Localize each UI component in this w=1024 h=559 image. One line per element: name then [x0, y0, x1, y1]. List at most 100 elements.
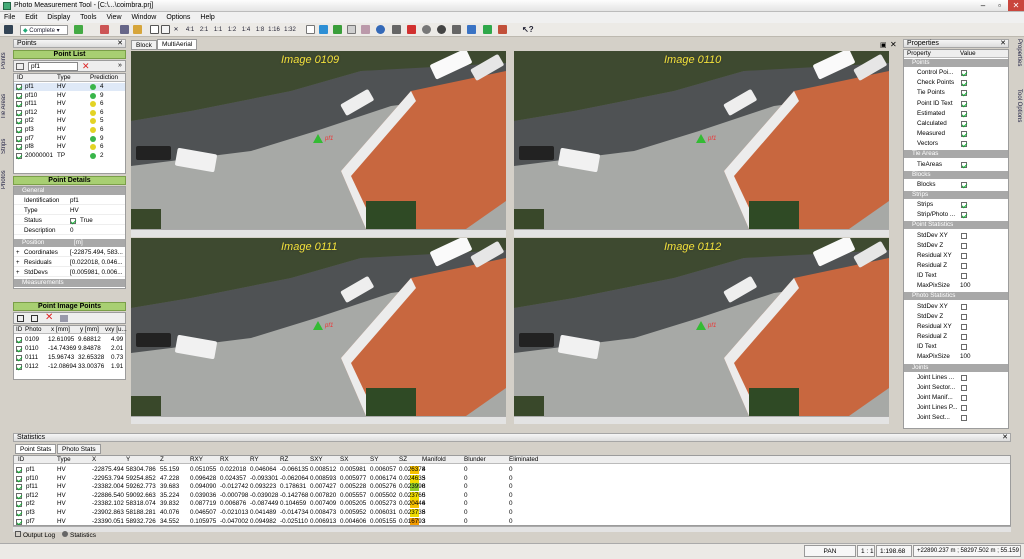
- property-section[interactable]: Joints: [904, 363, 1008, 372]
- section-measurements[interactable]: Measurements: [14, 279, 125, 287]
- image-h-scrollbar[interactable]: [131, 416, 506, 424]
- filter-toggle-icon[interactable]: [16, 63, 24, 70]
- point-edit-icon[interactable]: [498, 25, 507, 34]
- zoom-1-8-button[interactable]: 1:8: [255, 25, 265, 35]
- stats-col-header[interactable]: X: [92, 456, 96, 464]
- point-visible-checkbox[interactable]: [16, 127, 22, 133]
- property-checkbox[interactable]: [961, 263, 967, 269]
- point-tool-icon[interactable]: [74, 25, 83, 34]
- property-checkbox[interactable]: [961, 334, 967, 341]
- stats-row-checkbox[interactable]: [16, 467, 22, 473]
- point-visible-checkbox[interactable]: [16, 101, 22, 108]
- image-0109-view[interactable]: Image 0109 pf1: [131, 51, 506, 229]
- zoom-1-1-button[interactable]: 1:1: [213, 25, 223, 35]
- maximize-button[interactable]: ▫: [992, 0, 1007, 11]
- remove-icon[interactable]: ✕: [45, 312, 53, 323]
- stats-col-header[interactable]: RX: [220, 456, 229, 464]
- ip-col-x[interactable]: x [mm]: [51, 326, 70, 334]
- record-icon[interactable]: [100, 25, 109, 34]
- stats-row-checkbox[interactable]: [16, 484, 22, 491]
- view-pin-icon[interactable]: ▣: [880, 41, 887, 49]
- stats-col-header[interactable]: RXY: [190, 456, 203, 464]
- point-list-row[interactable]: pf10 HV 9: [14, 92, 125, 100]
- stats-col-header[interactable]: SY: [370, 456, 378, 464]
- property-checkbox[interactable]: [961, 384, 967, 391]
- tab-photo-stats[interactable]: Photo Stats: [57, 444, 101, 454]
- ip-col-id[interactable]: ID: [16, 326, 22, 334]
- section-general[interactable]: General: [14, 187, 125, 195]
- left-tab-strips[interactable]: Strips: [1, 124, 11, 154]
- ip-col-photo[interactable]: Photo: [25, 326, 41, 334]
- point-visible-checkbox[interactable]: [16, 109, 22, 116]
- points-panel-close-icon[interactable]: ✕: [117, 40, 123, 48]
- stats-col-header[interactable]: SX: [340, 456, 348, 464]
- property-checkbox[interactable]: [961, 181, 967, 188]
- property-checkbox[interactable]: [961, 374, 967, 381]
- point-marker-icon[interactable]: [313, 321, 323, 330]
- property-section[interactable]: Tie Areas: [904, 150, 1008, 159]
- zoom-1-4-button[interactable]: 1:4: [241, 25, 251, 35]
- stats-row[interactable]: pf3 HV -23902.863 58188.281 40.076 0.046507 -0…: [14, 509, 1010, 517]
- target-icon[interactable]: [437, 25, 446, 34]
- refresh-icon[interactable]: [422, 25, 431, 34]
- zoom-4-1-button[interactable]: 4:1: [185, 25, 195, 35]
- stats-row[interactable]: pf11 HV -23382.004 59262.773 39.683 0.094090-…: [14, 483, 1010, 492]
- stats-col-header[interactable]: Y: [126, 456, 130, 464]
- point-visible-checkbox[interactable]: [16, 84, 22, 90]
- position-value[interactable]: [0.022018, 0.046...: [70, 259, 125, 266]
- point-visible-checkbox[interactable]: [16, 118, 22, 125]
- property-checkbox[interactable]: [961, 394, 967, 401]
- zoom-1-2-button[interactable]: 1:2: [227, 25, 237, 35]
- menu-options[interactable]: Options: [162, 12, 194, 23]
- property-checkbox[interactable]: [961, 415, 967, 422]
- expand-icon[interactable]: +: [16, 259, 20, 266]
- section-position[interactable]: Position [m]: [14, 239, 125, 247]
- save-icon[interactable]: [4, 25, 13, 34]
- property-checkbox[interactable]: [961, 90, 967, 97]
- filter-icon[interactable]: [319, 25, 328, 34]
- point-visible-checkbox[interactable]: [16, 92, 22, 99]
- menu-help[interactable]: Help: [196, 12, 218, 23]
- stats-col-header[interactable]: SZ: [399, 456, 407, 464]
- view-tab-multiaerial[interactable]: MultiAerial: [157, 39, 198, 50]
- point-list-row[interactable]: pf11 HV 6: [14, 100, 125, 108]
- detail-value[interactable]: pf1: [70, 197, 79, 205]
- image-point-row[interactable]: 0110 -14.74369 9.84878 2.01: [14, 345, 125, 353]
- left-tab-tie-areas[interactable]: Tie Areas: [1, 79, 11, 119]
- menu-tools[interactable]: Tools: [76, 12, 100, 23]
- property-checkbox[interactable]: [961, 313, 967, 320]
- property-checkbox[interactable]: [961, 80, 967, 87]
- expand-icon[interactable]: +: [16, 269, 20, 276]
- view-close-icon[interactable]: ✕: [890, 40, 897, 49]
- property-section[interactable]: Strips: [904, 190, 1008, 199]
- stats-row[interactable]: pf2 HV -23382.102 58318.074 39.832 0.087719 0.…: [14, 500, 1010, 509]
- property-checkbox[interactable]: [961, 141, 967, 148]
- delete-icon[interactable]: ✕: [171, 25, 181, 35]
- property-checkbox[interactable]: [961, 120, 967, 127]
- ip-col-v[interactable]: vxy [u...: [105, 326, 127, 334]
- stats-row-checkbox[interactable]: [16, 510, 22, 516]
- properties-close-icon[interactable]: ✕: [1000, 40, 1006, 48]
- left-tab-points[interactable]: Points: [1, 39, 11, 69]
- point-list-row[interactable]: pf8 HV 6: [14, 143, 125, 151]
- filter-input[interactable]: pf1: [28, 62, 78, 71]
- point-list-row[interactable]: 20000001 TP 2: [14, 152, 125, 160]
- image-0110-view[interactable]: Image 0110 pf1: [514, 51, 889, 229]
- image-point-checkbox[interactable]: [16, 346, 22, 352]
- stats-col-header[interactable]: Type: [57, 456, 71, 464]
- right-tab-properties[interactable]: Properties: [1012, 39, 1022, 79]
- property-section[interactable]: Points: [904, 59, 1008, 67]
- property-checkbox[interactable]: [961, 323, 967, 330]
- statistics-close-icon[interactable]: ✕: [1002, 434, 1008, 442]
- status-checkbox[interactable]: [70, 218, 76, 224]
- settings-icon[interactable]: [392, 25, 401, 34]
- stats-col-header[interactable]: Blunder: [464, 456, 486, 464]
- property-value[interactable]: 100: [960, 282, 971, 290]
- property-checkbox[interactable]: [961, 232, 967, 239]
- property-checkbox[interactable]: [961, 202, 967, 209]
- right-tab-tool-options[interactable]: Tool Options: [1012, 89, 1022, 139]
- property-checkbox[interactable]: [961, 242, 967, 249]
- pan-icon[interactable]: [161, 25, 170, 34]
- col-type[interactable]: Type: [57, 74, 71, 82]
- check-icon[interactable]: [483, 25, 492, 34]
